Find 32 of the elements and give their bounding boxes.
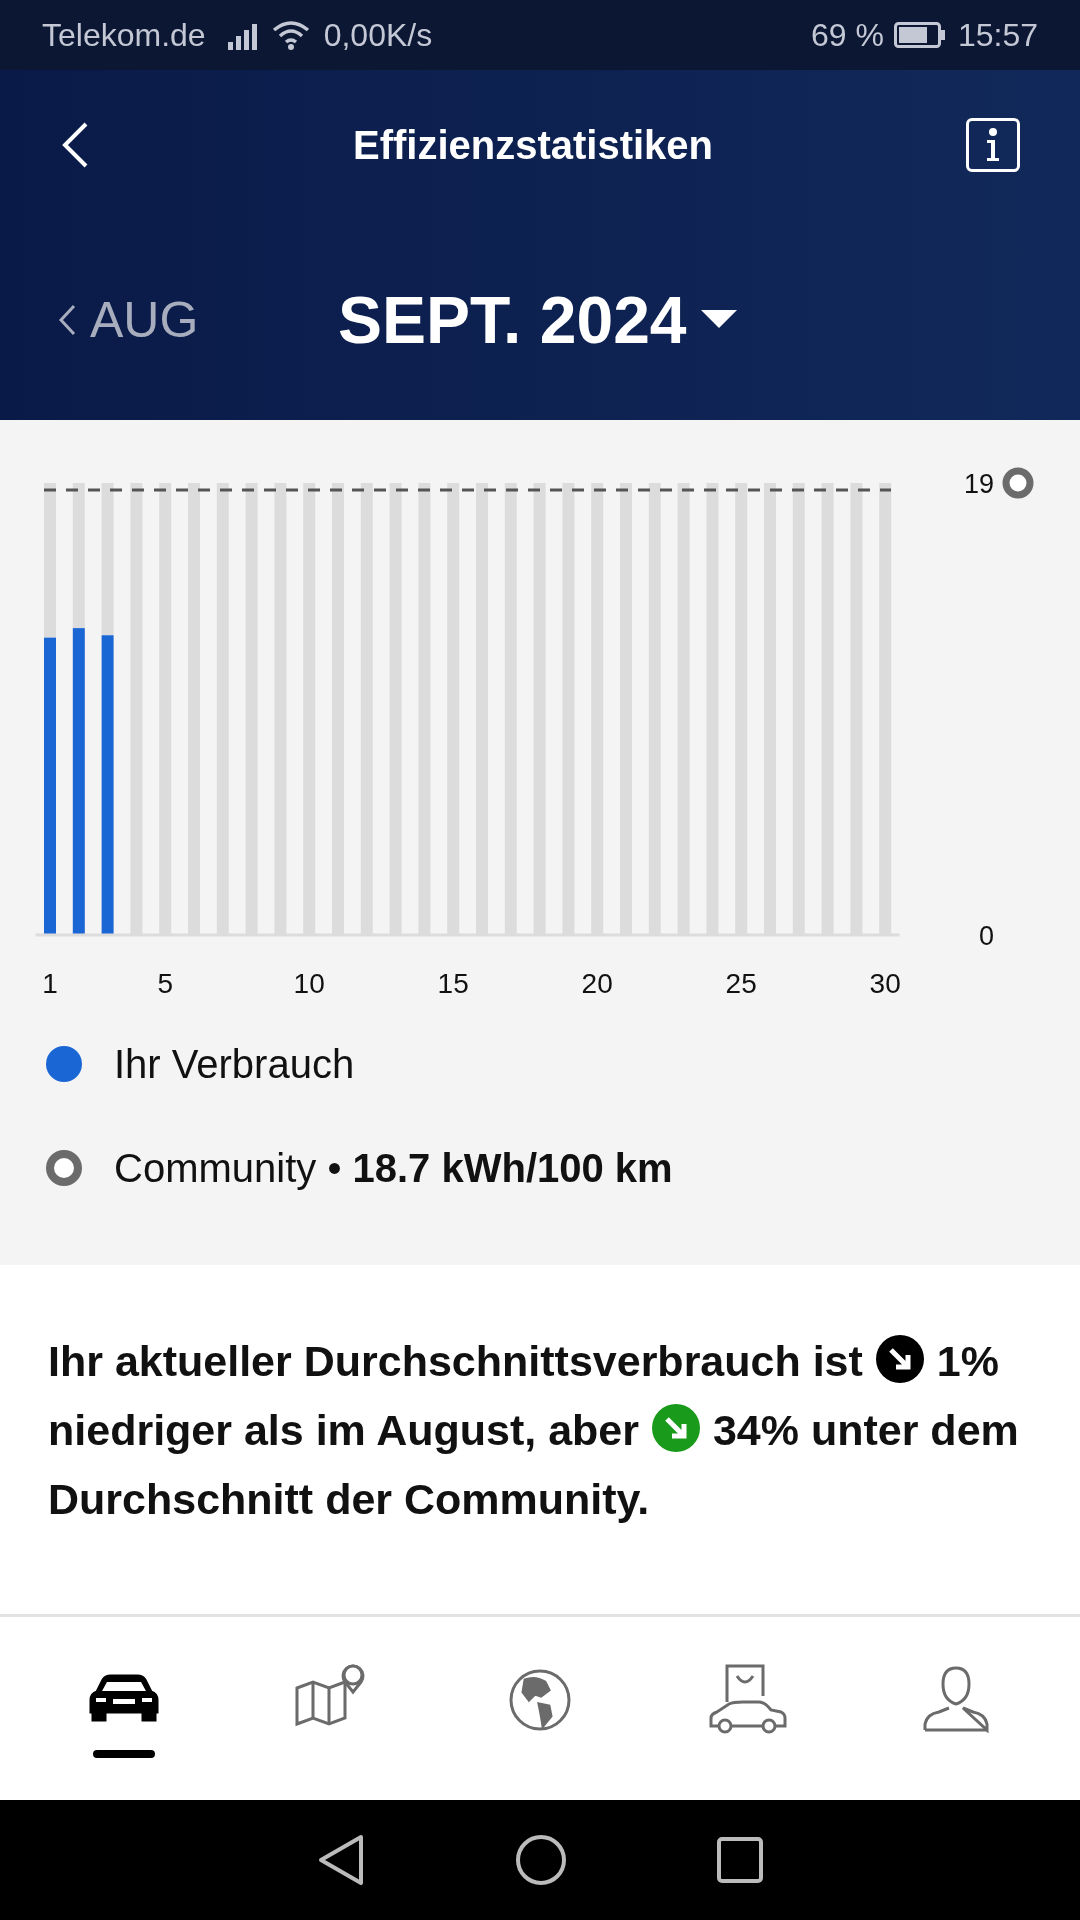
- legend-label: Ihr Verbrauch: [114, 1041, 355, 1088]
- home-circle-icon[interactable]: [515, 1834, 567, 1886]
- info-button[interactable]: [966, 118, 1020, 172]
- y-axis-label: 19: [963, 468, 994, 499]
- info-icon: [985, 128, 1001, 162]
- x-axis-label: 15: [437, 968, 469, 999]
- back-icon: [60, 121, 90, 169]
- page-title: Effizienzstatistiken: [351, 122, 715, 169]
- month-selector[interactable]: SEPT. 2024: [338, 270, 737, 370]
- recents-square-icon[interactable]: [717, 1837, 763, 1883]
- community-marker-icon: [1002, 467, 1034, 499]
- x-axis-label: 10: [293, 968, 325, 999]
- wifi-icon: [271, 20, 310, 50]
- caret-down-icon: [700, 310, 737, 330]
- clock: 15:57: [957, 16, 1038, 55]
- x-axis-label: 20: [581, 968, 613, 999]
- x-axis-label: 5: [157, 968, 173, 999]
- x-axis-label: 25: [725, 968, 757, 999]
- back-triangle-icon[interactable]: [317, 1834, 365, 1886]
- battery-percent: 69 %: [811, 16, 884, 55]
- network-speed: 0,00K/s: [323, 16, 433, 55]
- y-axis-label: 0: [978, 920, 994, 951]
- x-axis-label: 30: [869, 968, 901, 999]
- battery-icon: [893, 22, 946, 48]
- active-tab-indicator: [93, 1749, 155, 1758]
- carrier-name: Telekom.de: [42, 16, 206, 55]
- chevron-left-icon: [58, 304, 76, 336]
- legend-ring-icon: [46, 1150, 82, 1186]
- legend-label: Community • 18.7 kWh/100 km: [114, 1145, 673, 1192]
- x-axis-label: 1: [42, 968, 58, 999]
- previous-month-button[interactable]: AUG: [58, 282, 338, 358]
- summary-text: Ihr aktueller Durchschnittsverbrauch ist 1% niedriger als im August, aber 34% unter dem Durchschnitt der Community.: [48, 1327, 1032, 1534]
